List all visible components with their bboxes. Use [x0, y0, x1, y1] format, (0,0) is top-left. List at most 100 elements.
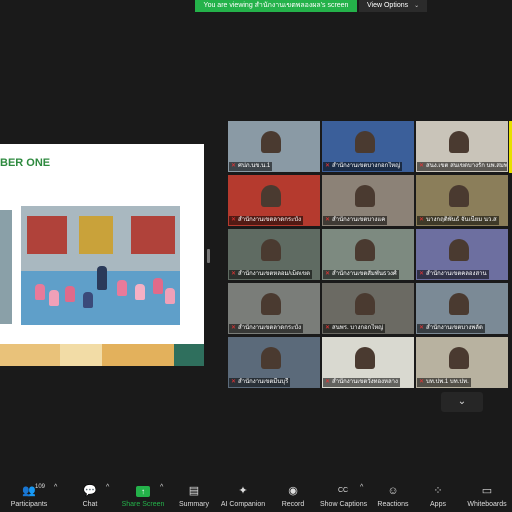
participant-video-tile[interactable]: ✕ สำนักงานเขตคลองสาน: [416, 229, 508, 280]
participant-video-tile[interactable]: ✕ สนพร. บางกอกใหญ่: [322, 283, 414, 334]
participant-name-label: ✕ สำนักงานเขตลาดกระบัง: [229, 324, 304, 333]
participant-name-label: ✕ สำนักงานเขตบางแค: [323, 216, 388, 225]
participant-name: สำนักงานเขตบางกอกใหญ่: [332, 163, 401, 169]
participant-silhouette: [355, 293, 376, 316]
muted-mic-icon: ✕: [325, 217, 331, 223]
chat-caret-icon[interactable]: ^: [106, 484, 109, 491]
participant-video-tile[interactable]: ✕ สนง.เขต สนเขตบางรัก นพ.สมพง: [416, 121, 508, 172]
summary-button[interactable]: ▤ Summary: [176, 484, 212, 508]
participant-name-label: ✕ สำนักงานเขตคลองสาน: [417, 270, 489, 279]
participant-video-tile[interactable]: ✕ สำนักงานเขตมีนบุรี: [228, 337, 320, 388]
ai-companion-button[interactable]: ✦ AI Companion: [220, 484, 266, 508]
muted-mic-icon: ✕: [231, 217, 237, 223]
apps-button[interactable]: ⁘ Apps: [428, 484, 448, 508]
participant-video-tile[interactable]: ✕ สำนักงานเขตวังทองหลาง: [322, 337, 414, 388]
participants-caret-icon[interactable]: ^: [54, 484, 57, 491]
participant-name-label: ✕ สนง.เขต สนเขตบางรัก นพ.สมพง: [417, 162, 507, 171]
participant-video-tile[interactable]: ✕ ศปภ.นข.น.1: [228, 121, 320, 172]
participant-name: นางกฤติพันธ์ จันเนียม นว.ส: [426, 217, 497, 223]
whiteboards-button[interactable]: ▭ Whiteboards: [466, 484, 508, 508]
participant-name: สำนักงานเขตวังทองหลาง: [332, 379, 398, 385]
participant-name: สำนักงานเขตบางแค: [332, 217, 386, 223]
participant-video-tile[interactable]: ✕ นางกฤติพันธ์ จันเนียม นว.ส: [416, 175, 508, 226]
participant-silhouette: [355, 185, 376, 208]
participant-video-tile[interactable]: ✕ บท.ปพ.1 บท.ปท.: [416, 337, 508, 388]
muted-mic-icon: ✕: [231, 325, 237, 331]
chat-button[interactable]: 💬 Chat: [78, 484, 102, 508]
chat-label: Chat: [82, 501, 98, 508]
participant-name: สำนักงานเขตบางพลัด: [426, 325, 483, 331]
muted-mic-icon: ✕: [325, 163, 331, 169]
muted-mic-icon: ✕: [419, 217, 425, 223]
chevron-down-icon: ⌄: [457, 396, 467, 407]
participants-button[interactable]: 👥 109 Participants: [8, 484, 50, 508]
participant-name: สำนักงานเขตลาดกระบัง: [238, 217, 302, 223]
muted-mic-icon: ✕: [231, 163, 237, 169]
viewing-screen-banner: You are viewing สำนักงานเขตพลองผล's scre…: [195, 0, 357, 12]
participants-label: Participants: [10, 501, 48, 508]
participant-video-tile[interactable]: ✕ สำนักงานเขตบางแค: [322, 175, 414, 226]
record-icon: ◉: [288, 485, 298, 497]
muted-mic-icon: ✕: [419, 271, 425, 277]
panel-resize-handle[interactable]: [207, 249, 210, 263]
zoom-meeting-window: You are viewing สำนักงานเขตพลองผล's scre…: [0, 0, 512, 512]
participant-silhouette: [449, 347, 470, 370]
muted-mic-icon: ✕: [419, 325, 425, 331]
participant-video-tile[interactable]: ✕ สำนักงานเขตบางกอกใหญ่: [322, 121, 414, 172]
participant-silhouette: [355, 239, 376, 262]
whiteboards-label: Whiteboards: [467, 501, 507, 508]
record-label: Record: [281, 501, 305, 508]
muted-mic-icon: ✕: [325, 325, 331, 331]
participant-video-tile[interactable]: ✕ สำนักงานเขตลาดกระบัง: [228, 283, 320, 334]
muted-mic-icon: ✕: [419, 379, 425, 385]
participant-silhouette: [449, 131, 470, 154]
participant-video-tile[interactable]: ✕ สำนักงานเขตลาดกระบัง: [228, 175, 320, 226]
participant-video-tile[interactable]: ✕ สำนักงานเขตสัมพันธวงศ์: [322, 229, 414, 280]
slide-title: BER ONE: [0, 157, 51, 169]
participant-name: สำนักงานเขตหลอม/เม็ดเขต: [238, 271, 311, 277]
slide-footer-band: [0, 344, 204, 366]
participant-name-label: ✕ นางกฤติพันธ์ จันเนียม นว.ส: [417, 216, 499, 225]
participant-name-label: ✕ สำนักงานเขตสัมพันธวงศ์: [323, 270, 399, 279]
participant-silhouette: [449, 185, 470, 208]
chevron-down-icon: ⌄: [414, 3, 420, 9]
participant-silhouette: [261, 347, 282, 370]
view-options-label: View Options: [367, 2, 409, 9]
show-captions-label: Show Captions: [320, 501, 368, 508]
summary-label: Summary: [179, 501, 209, 508]
view-options-button[interactable]: View Options ⌄: [359, 0, 427, 12]
apps-icon: ⁘: [433, 485, 443, 497]
muted-mic-icon: ✕: [325, 271, 331, 277]
share-caret-icon[interactable]: ^: [160, 484, 163, 491]
record-button[interactable]: ◉ Record: [280, 484, 306, 508]
participant-name: สำนักงานเขตมีนบุรี: [238, 379, 289, 385]
share-screen-icon: ↑: [136, 486, 150, 497]
share-screen-label: Share Screen: [121, 501, 165, 508]
muted-mic-icon: ✕: [325, 379, 331, 385]
participant-silhouette: [261, 185, 282, 208]
chat-icon: 💬: [83, 485, 97, 497]
participant-name: สนพร. บางกอกใหญ่: [332, 325, 384, 331]
participant-name-label: ✕ บท.ปพ.1 บท.ปท.: [417, 378, 471, 387]
slide-photo-partial: [0, 210, 12, 324]
participant-silhouette: [355, 131, 376, 154]
participant-video-tile[interactable]: ✕ สำนักงานเขตหลอม/เม็ดเขต: [228, 229, 320, 280]
gallery-next-page-button[interactable]: ⌄: [441, 392, 483, 412]
participant-name-label: ✕ สำนักงานเขตมีนบุรี: [229, 378, 291, 387]
apps-label: Apps: [430, 501, 446, 508]
participant-count: 109: [35, 484, 46, 490]
participant-name: สนง.เขต สนเขตบางรัก นพ.สมพง: [426, 163, 507, 169]
participant-name-label: ✕ สำนักงานเขตหลอม/เม็ดเขต: [229, 270, 313, 279]
shared-screen-slide: BER ONE: [0, 144, 204, 366]
captions-caret-icon[interactable]: ^: [360, 484, 363, 491]
participant-name-label: ✕ สำนักงานเขตลาดกระบัง: [229, 216, 304, 225]
reactions-button[interactable]: ☺ Reactions: [376, 484, 410, 508]
sparkle-icon: ✦: [238, 485, 248, 497]
participant-silhouette: [449, 293, 470, 316]
participant-video-tile[interactable]: ✕ สำนักงานเขตบางพลัด: [416, 283, 508, 334]
participant-name: บท.ปพ.1 บท.ปท.: [426, 379, 469, 385]
participant-silhouette: [449, 239, 470, 262]
summary-icon: ▤: [188, 485, 200, 497]
whiteboard-icon: ▭: [481, 485, 493, 497]
participant-name: สำนักงานเขตคลองสาน: [426, 271, 487, 277]
